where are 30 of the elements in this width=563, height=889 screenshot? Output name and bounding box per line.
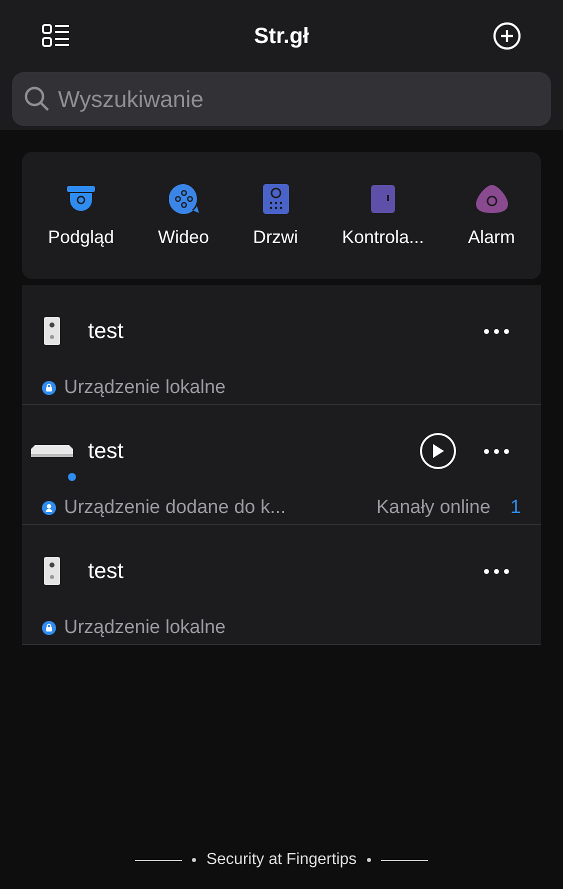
- category-button[interactable]: Drzwi: [253, 183, 298, 248]
- device-row[interactable]: test Urządzenie dodane do k... Kanały online 1: [22, 405, 541, 525]
- page-title: Str.gł: [254, 23, 309, 49]
- category-button[interactable]: Podgląd: [48, 183, 114, 248]
- device-source: Urządzenie lokalne: [64, 377, 227, 399]
- play-icon: [431, 443, 445, 459]
- recorder-device-icon: [31, 445, 73, 457]
- device-source: Urządzenie dodane do k...: [64, 497, 287, 519]
- device-name: test: [88, 558, 124, 584]
- category-button[interactable]: Kontrola...: [342, 183, 424, 248]
- play-button[interactable]: [420, 433, 456, 469]
- doorbell-device-icon: [43, 317, 61, 345]
- channels-label: Kanały online: [376, 497, 490, 519]
- person-badge-icon: [42, 501, 56, 515]
- device-name: test: [88, 438, 124, 464]
- doorbell-device-icon: [43, 557, 61, 585]
- list-menu-icon[interactable]: [42, 24, 70, 48]
- add-icon[interactable]: [492, 22, 521, 50]
- channels-count: 1: [510, 497, 521, 519]
- device-name: test: [88, 318, 124, 344]
- lock-badge-icon: [42, 621, 56, 635]
- category-button[interactable]: Wideo: [158, 183, 210, 248]
- device-source: Urządzenie lokalne: [64, 617, 227, 639]
- footer-slogan: Security at Fingertips: [206, 851, 357, 869]
- category-button[interactable]: Alarm: [468, 183, 516, 248]
- search-field[interactable]: Wyszukiwanie: [12, 72, 551, 126]
- lock-badge-icon: [42, 381, 56, 395]
- search-icon: [24, 86, 50, 112]
- device-row[interactable]: test Urządzenie lokalne: [22, 525, 541, 645]
- device-row[interactable]: test Urządzenie lokalne: [22, 285, 541, 405]
